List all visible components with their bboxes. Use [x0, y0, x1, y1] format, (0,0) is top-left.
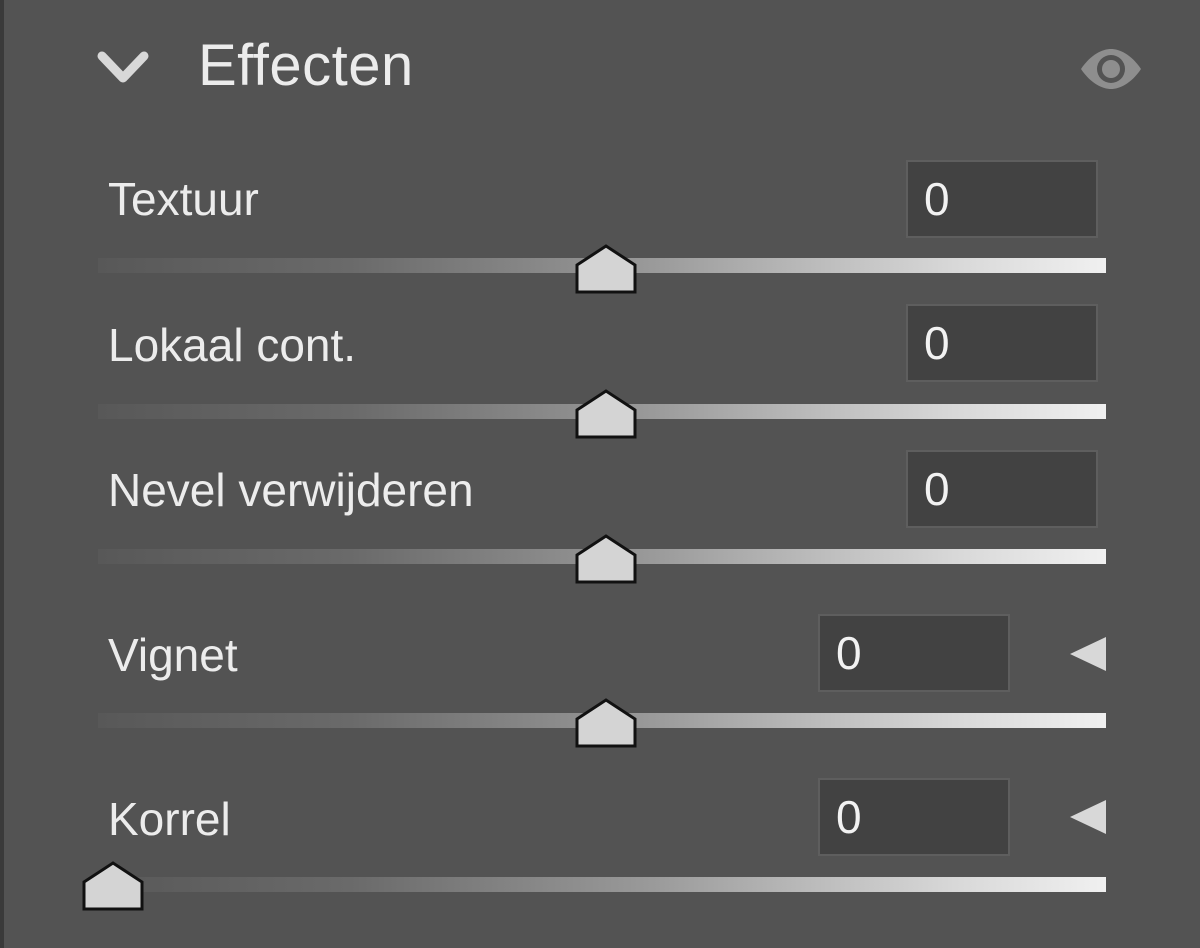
value-input[interactable]: 0: [906, 304, 1098, 382]
value-input[interactable]: 0: [818, 778, 1010, 856]
triangle-left-icon[interactable]: [1068, 635, 1108, 673]
value-input[interactable]: 0: [906, 450, 1098, 528]
slider-track[interactable]: [98, 877, 1106, 892]
slider-thumb[interactable]: [574, 533, 638, 585]
slider-label: Vignet: [108, 629, 238, 681]
slider-label: Nevel verwijderen: [108, 464, 474, 516]
slider-row-korrel: Korrel 0: [0, 0, 1200, 911]
effects-panel: Effecten Textuur 0 Lokaal cont. 0 Nevel …: [0, 0, 1200, 948]
slider-thumb[interactable]: [574, 388, 638, 440]
slider-thumb[interactable]: [574, 697, 638, 749]
slider-label: Textuur: [108, 173, 259, 225]
value-input[interactable]: 0: [818, 614, 1010, 692]
triangle-left-icon[interactable]: [1068, 798, 1108, 836]
slider-thumb[interactable]: [81, 860, 145, 912]
value-input[interactable]: 0: [906, 160, 1098, 238]
slider-thumb[interactable]: [574, 243, 638, 295]
slider-label: Lokaal cont.: [108, 319, 357, 371]
slider-label: Korrel: [108, 793, 231, 845]
